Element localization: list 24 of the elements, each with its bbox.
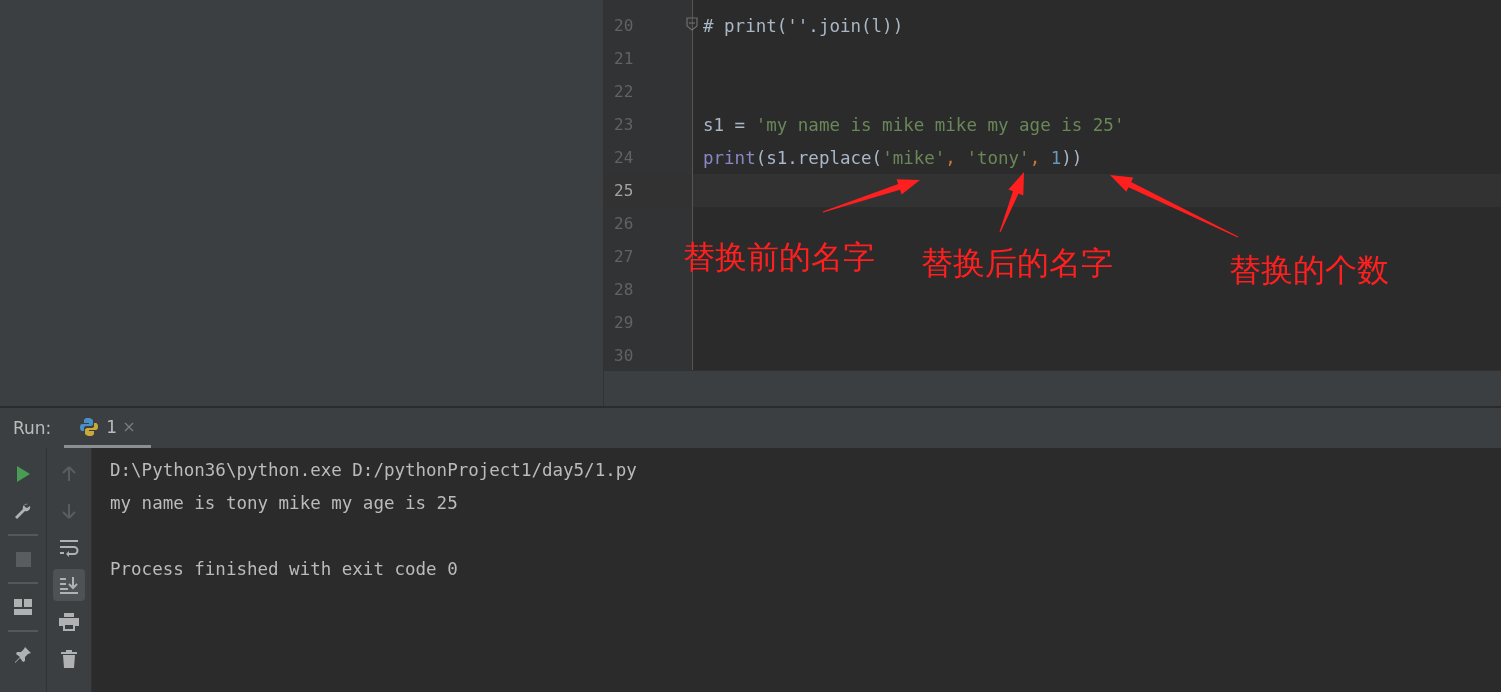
trash-icon[interactable] [61,650,77,668]
console-line: Process finished with exit code 0 [110,558,459,581]
annotation-label: 替换后的名字 [921,243,1113,284]
line-number: 25 [614,181,634,200]
console-line: my name is tony mike my age is 25 [110,492,459,515]
console-line: D:\Python36\python.exe D:/pythonProject1/day5/1.py [110,459,638,482]
code-line: s1 = 'my name is mike mike my age is 25' [703,114,1125,135]
layout-icon[interactable] [14,599,32,615]
run-icon[interactable] [14,465,32,483]
code-line: print(s1.replace('mike', 'tony', 1)) [703,147,1083,168]
annotation-label: 替换前的名字 [683,237,875,278]
code-line: # print(''.join(l)) [703,15,904,36]
soft-wrap-icon[interactable] [59,539,79,557]
python-icon [80,416,101,437]
scroll-to-end-icon [59,576,79,594]
close-icon[interactable] [123,420,136,433]
pin-icon[interactable] [14,646,32,664]
annotation-arrow [999,172,1024,233]
scroll-to-end-toggle[interactable] [53,569,85,601]
fold-marker-icon[interactable] [686,17,698,31]
panel-title: Run: [13,418,52,438]
annotation-label: 替换的个数 [1229,250,1389,291]
wrench-icon[interactable] [14,502,32,520]
printer-icon[interactable] [59,613,79,631]
